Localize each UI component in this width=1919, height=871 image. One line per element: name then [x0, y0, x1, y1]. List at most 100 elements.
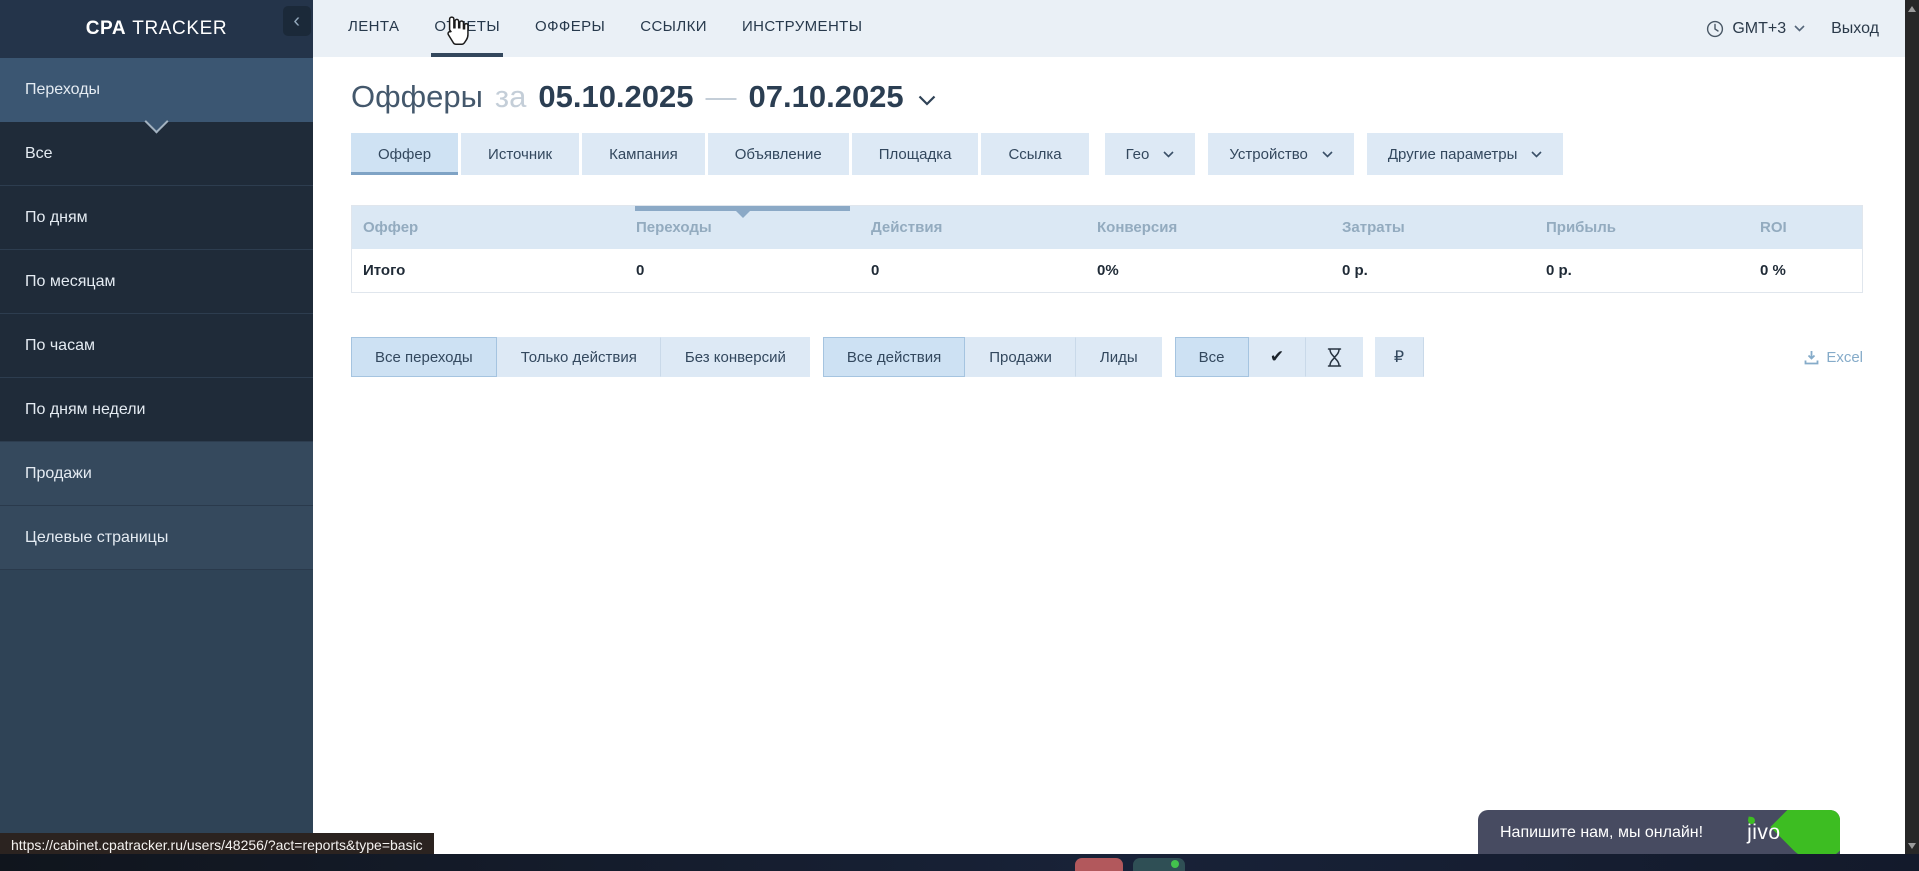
- sidebar-item-po-dnyam-nedeli[interactable]: По дням недели: [0, 378, 313, 442]
- nav-item-otchety[interactable]: ОТЧЕТЫ: [431, 0, 503, 57]
- date-from[interactable]: 05.10.2025: [538, 79, 693, 115]
- tab-offer[interactable]: Оффер: [351, 133, 458, 175]
- dimension-tabs: Оффер Источник Кампания Объявление Площа…: [351, 133, 1905, 175]
- column-header-roi[interactable]: ROI: [1749, 206, 1862, 249]
- date-separator: —: [706, 79, 737, 115]
- column-header-zatraty[interactable]: Затраты: [1331, 206, 1535, 249]
- filter-pending-button[interactable]: [1306, 337, 1363, 377]
- timezone-selector[interactable]: GMT+3: [1706, 20, 1805, 38]
- column-header-pribyl[interactable]: Прибыль: [1535, 206, 1749, 249]
- tab-label: Площадка: [879, 146, 952, 163]
- chat-brand-logo: jivo: [1747, 821, 1781, 845]
- totals-pribyl: 0 р.: [1535, 262, 1749, 279]
- totals-roi: 0 %: [1749, 262, 1862, 279]
- chevron-down-icon: [1531, 151, 1542, 158]
- taskbar-edge: [0, 854, 1919, 871]
- report-table: Оффер Переходы Действия Конверсия Затрат…: [351, 205, 1863, 293]
- status-filter-group: Все ✔: [1175, 337, 1363, 377]
- filter-label: Все действия: [847, 349, 941, 366]
- traffic-filter-group: Все переходы Только действия Без конверс…: [351, 337, 810, 377]
- filter-no-conversions[interactable]: Без конверсий: [661, 337, 810, 377]
- status-url-text: https://cabinet.cpatracker.ru/users/4825…: [11, 837, 423, 853]
- tab-ploschadka[interactable]: Площадка: [852, 133, 979, 175]
- chat-widget[interactable]: Напишите нам, мы онлайн! jivo: [1478, 810, 1840, 855]
- filter-label: Все: [1199, 349, 1225, 366]
- tab-geo-dropdown[interactable]: Гео: [1105, 133, 1196, 175]
- tab-label: Оффер: [378, 146, 431, 163]
- export-excel-button[interactable]: Excel: [1804, 349, 1863, 366]
- logout-link[interactable]: Выход: [1831, 20, 1879, 38]
- nav-item-label: ОФФЕРЫ: [535, 18, 605, 35]
- filter-approved-button[interactable]: ✔: [1249, 337, 1306, 377]
- scroll-down-arrow-icon[interactable]: [1908, 843, 1916, 849]
- rouble-icon: ₽: [1394, 347, 1404, 367]
- title-preposition: за: [495, 79, 526, 115]
- green-dot-icon: [1171, 860, 1179, 868]
- tab-label: Другие параметры: [1388, 146, 1518, 163]
- filter-leads[interactable]: Лиды: [1076, 337, 1162, 377]
- tab-label: Ссылка: [1008, 146, 1061, 163]
- sidebar-item-celevye-stranicy[interactable]: Целевые страницы: [0, 506, 313, 570]
- nav-item-instrumenty[interactable]: ИНСТРУМЕНТЫ: [739, 0, 866, 57]
- tab-device-dropdown[interactable]: Устройство: [1208, 133, 1353, 175]
- column-header-perehody[interactable]: Переходы: [625, 206, 860, 249]
- nav-right: GMT+3 Выход: [1706, 20, 1905, 38]
- nav-item-lenta[interactable]: ЛЕНТА: [345, 0, 402, 57]
- nav-item-offery[interactable]: ОФФЕРЫ: [532, 0, 608, 57]
- column-header-offer[interactable]: Оффер: [352, 206, 625, 249]
- sidebar-item-label: По месяцам: [25, 273, 115, 291]
- filter-only-actions[interactable]: Только действия: [497, 337, 661, 377]
- scroll-up-arrow-icon[interactable]: [1908, 6, 1916, 12]
- tab-kampaniya[interactable]: Кампания: [582, 133, 705, 175]
- column-header-label: Прибыль: [1546, 219, 1616, 236]
- sidebar-item-label: По часам: [25, 337, 95, 355]
- logo-text: TRACKER: [132, 18, 227, 40]
- date-to[interactable]: 07.10.2025: [749, 79, 904, 115]
- logo-text-bold: CPA: [86, 18, 127, 40]
- hourglass-icon: [1327, 348, 1342, 367]
- tab-label: Гео: [1126, 146, 1150, 163]
- tab-label: Источник: [488, 146, 552, 163]
- date-range-chevron-icon[interactable]: [918, 95, 936, 106]
- filter-all-actions[interactable]: Все действия: [823, 337, 965, 377]
- totals-label: Итого: [352, 262, 625, 279]
- column-header-konversiya[interactable]: Конверсия: [1086, 206, 1331, 249]
- sidebar-item-po-mesyacam[interactable]: По месяцам: [0, 250, 313, 314]
- column-header-label: Конверсия: [1097, 219, 1177, 236]
- filter-all-clicks[interactable]: Все переходы: [351, 337, 497, 377]
- chevron-left-icon: ‹: [293, 11, 300, 31]
- sidebar-item-label: По дням: [25, 209, 88, 227]
- filter-sales[interactable]: Продажи: [965, 337, 1076, 377]
- column-header-label: Переходы: [636, 219, 712, 236]
- filter-label: Только действия: [521, 349, 637, 366]
- filter-status-all[interactable]: Все: [1175, 337, 1249, 377]
- export-label: Excel: [1826, 349, 1863, 366]
- nav-item-label: ССЫЛКИ: [640, 18, 707, 35]
- check-icon: ✔: [1270, 347, 1284, 367]
- filter-currency-button[interactable]: ₽: [1375, 337, 1424, 377]
- filter-label: Все переходы: [375, 349, 473, 366]
- column-header-deystviya[interactable]: Действия: [860, 206, 1086, 249]
- totals-zatraty: 0 р.: [1331, 262, 1535, 279]
- sidebar-item-po-chasam[interactable]: По часам: [0, 314, 313, 378]
- page-scrollbar[interactable]: [1905, 0, 1919, 871]
- filters-row: Все переходы Только действия Без конверс…: [351, 337, 1863, 377]
- sidebar-item-prodazhi[interactable]: Продажи: [0, 442, 313, 506]
- sidebar-collapse-button[interactable]: ‹: [283, 6, 311, 36]
- tab-istochnik[interactable]: Источник: [461, 133, 579, 175]
- column-header-label: ROI: [1760, 219, 1787, 236]
- tab-ssylka[interactable]: Ссылка: [981, 133, 1088, 175]
- totals-konversiya: 0%: [1086, 262, 1331, 279]
- nav-item-label: ОТЧЕТЫ: [434, 18, 500, 35]
- nav-item-ssylki[interactable]: ССЫЛКИ: [637, 0, 710, 57]
- sidebar-item-label: Продажи: [25, 465, 92, 483]
- totals-perehody: 0: [625, 262, 860, 279]
- top-nav: ЛЕНТА ОТЧЕТЫ ОФФЕРЫ ССЫЛКИ ИНСТРУМЕНТЫ G…: [313, 0, 1905, 57]
- sidebar-item-po-dnyam[interactable]: По дням: [0, 186, 313, 250]
- tab-obyavlenie[interactable]: Объявление: [708, 133, 849, 175]
- sidebar-item-label: Переходы: [25, 81, 100, 99]
- sidebar-item-label: Все: [25, 145, 53, 163]
- totals-deystviya: 0: [860, 262, 1086, 279]
- tab-other-params-dropdown[interactable]: Другие параметры: [1367, 133, 1564, 175]
- sidebar-item-vse[interactable]: Все: [0, 122, 313, 186]
